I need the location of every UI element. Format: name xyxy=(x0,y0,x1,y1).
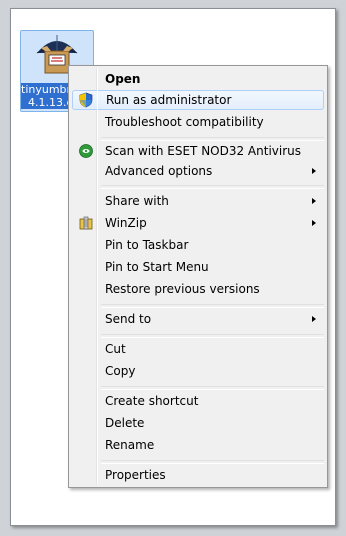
menu-item-label: Rename xyxy=(105,438,155,452)
menu-item-label: Cut xyxy=(105,342,126,356)
menu-item-label: Restore previous versions xyxy=(105,282,260,296)
menu-item-label: Copy xyxy=(105,364,136,378)
menu-item-cut[interactable]: Cut xyxy=(72,339,324,359)
submenu-arrow-icon xyxy=(312,316,316,322)
menu-item-label: Send to xyxy=(105,312,152,326)
menu-item-pin-to-start-menu[interactable]: Pin to Start Menu xyxy=(72,257,324,277)
menu-item-run-as-administrator[interactable]: Run as administrator xyxy=(72,90,324,110)
menu-item-copy[interactable]: Copy xyxy=(72,361,324,381)
menu-item-properties[interactable]: Properties xyxy=(72,465,324,485)
submenu-arrow-icon xyxy=(312,220,316,226)
uac-shield-icon xyxy=(79,92,93,108)
menu-separator xyxy=(101,304,324,308)
eset-icon xyxy=(79,144,93,158)
menu-item-label: Create shortcut xyxy=(105,394,199,408)
menu-item-scan-eset[interactable]: Scan with ESET NOD32 Antivirus xyxy=(72,141,324,161)
menu-item-open[interactable]: Open xyxy=(72,69,324,89)
menu-item-label: Scan with ESET NOD32 Antivirus xyxy=(105,144,302,158)
menu-item-delete[interactable]: Delete xyxy=(72,413,324,433)
menu-separator xyxy=(101,460,324,464)
menu-item-label: Properties xyxy=(105,468,166,482)
menu-item-label: Pin to Start Menu xyxy=(105,260,209,274)
menu-item-label: Open xyxy=(105,72,141,86)
menu-item-label: Delete xyxy=(105,416,145,430)
menu-item-label: Advanced options xyxy=(105,164,213,178)
menu-separator xyxy=(101,334,324,338)
menu-separator xyxy=(101,185,324,189)
menu-item-send-to[interactable]: Send to xyxy=(72,309,324,329)
menu-item-create-shortcut[interactable]: Create shortcut xyxy=(72,391,324,411)
menu-item-label: Troubleshoot compatibility xyxy=(105,115,264,129)
menu-item-pin-to-taskbar[interactable]: Pin to Taskbar xyxy=(72,235,324,255)
menu-separator xyxy=(101,386,324,390)
menu-item-winzip[interactable]: WinZip xyxy=(72,213,324,233)
menu-item-rename[interactable]: Rename xyxy=(72,435,324,455)
menu-item-troubleshoot-compatibility[interactable]: Troubleshoot compatibility xyxy=(72,112,324,132)
submenu-arrow-icon xyxy=(312,168,316,174)
menu-item-label: Run as administrator xyxy=(106,93,232,107)
winzip-icon xyxy=(79,216,93,230)
menu-item-label: Pin to Taskbar xyxy=(105,238,189,252)
menu-item-advanced-options[interactable]: Advanced options xyxy=(72,161,324,181)
menu-item-share-with[interactable]: Share with xyxy=(72,191,324,211)
submenu-arrow-icon xyxy=(312,198,316,204)
menu-item-restore-previous-versions[interactable]: Restore previous versions xyxy=(72,279,324,299)
menu-item-label: Share with xyxy=(105,194,169,208)
menu-item-label: WinZip xyxy=(105,216,147,230)
context-menu: Open Run as administrator Troubleshoot c… xyxy=(68,65,328,488)
